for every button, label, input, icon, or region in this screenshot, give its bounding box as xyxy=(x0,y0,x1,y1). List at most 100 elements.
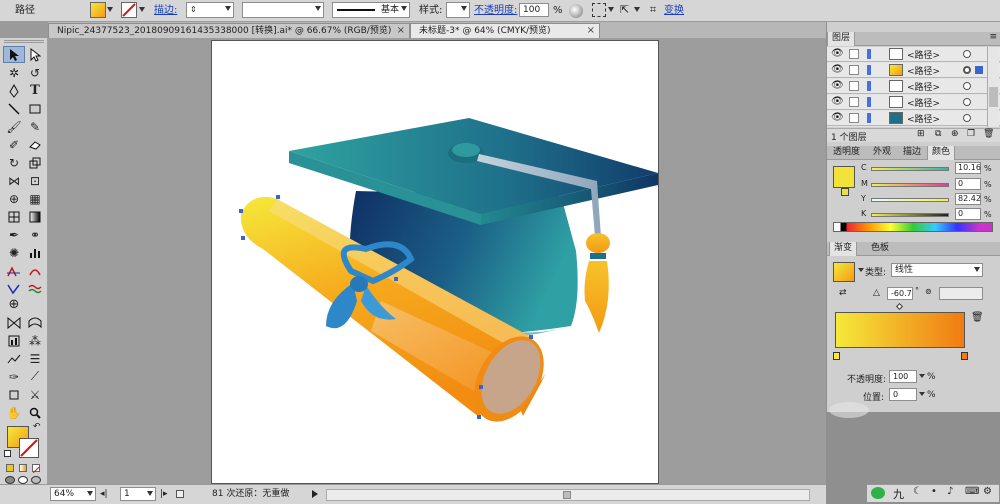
tray-dot-icon[interactable]: • xyxy=(931,486,937,497)
close-icon[interactable]: × xyxy=(587,24,595,38)
gradient-preview-swatch[interactable] xyxy=(833,262,855,282)
zoom-field[interactable]: 64% xyxy=(50,487,96,501)
new-layer-icon[interactable]: ❐ xyxy=(967,129,975,139)
clipping-mask-icon[interactable]: ⧉ xyxy=(935,129,941,139)
symbol-sprayer-icon[interactable]: ✺ xyxy=(3,244,25,261)
channel-k-value[interactable]: 0 xyxy=(955,208,981,220)
layer-row[interactable]: 👁 <路径> xyxy=(827,47,1000,62)
crop-icon[interactable] xyxy=(3,386,25,403)
none-mode-icon[interactable] xyxy=(32,464,40,474)
gradient-mode-icon[interactable] xyxy=(19,464,27,472)
eye-icon[interactable]: 👁 xyxy=(831,96,844,107)
tray-keyboard-icon[interactable]: ⌨ xyxy=(965,486,979,497)
horizontal-scrollbar[interactable] xyxy=(326,489,810,501)
rectangle-tool-icon[interactable] xyxy=(24,100,46,117)
layer-row[interactable]: 👁 <路径> xyxy=(827,111,1000,126)
layer-name[interactable]: <路径> xyxy=(907,80,940,93)
panel-menu-icon[interactable]: ≡ xyxy=(989,32,997,42)
selection-indicator[interactable] xyxy=(975,66,983,74)
next-page-icon[interactable]: |▸ xyxy=(160,489,168,499)
lock-toggle[interactable] xyxy=(849,65,859,75)
gradient-ramp[interactable] xyxy=(835,312,965,348)
tray-settings-icon[interactable]: ⚙ xyxy=(983,486,992,497)
scrollbar-thumb[interactable] xyxy=(989,87,998,107)
blend-tool-icon[interactable]: ⚭ xyxy=(24,226,46,243)
width-tool-icon[interactable]: ⋈ xyxy=(3,172,25,189)
tray-moon-icon[interactable]: ☾ xyxy=(913,486,922,497)
gradient-type-select[interactable]: 线性 xyxy=(891,263,983,277)
close-icon[interactable]: × xyxy=(397,24,405,38)
tab-color[interactable]: 颜色 xyxy=(927,146,956,160)
blob-brush-icon[interactable]: ✐ xyxy=(3,136,25,153)
pencil-icon[interactable]: ✎ xyxy=(24,118,46,135)
fill-dropdown-arrow[interactable] xyxy=(107,7,113,12)
gradient-preset-arrow[interactable] xyxy=(858,268,864,272)
prev-page-icon[interactable]: ◂| xyxy=(100,489,108,499)
stroke-weight-field[interactable]: ⇕ xyxy=(186,2,234,18)
layer-name[interactable]: <路径> xyxy=(907,64,940,77)
type-tool-icon[interactable]: T xyxy=(24,82,46,99)
stop-position-field[interactable]: 0 xyxy=(889,388,917,401)
default-colors-icon[interactable] xyxy=(4,450,11,457)
chart-icon[interactable] xyxy=(3,332,25,349)
recolor-icon[interactable] xyxy=(569,4,583,18)
selection-tool-icon[interactable] xyxy=(3,46,25,63)
tab-nipic[interactable]: Nipic_24377523_20180909161435338000 [转换]… xyxy=(48,23,410,38)
layer-name[interactable]: <路径> xyxy=(907,112,940,125)
eye-icon[interactable]: 👁 xyxy=(831,48,844,59)
artboard-tool-icon[interactable] xyxy=(3,262,25,279)
free-transform-icon[interactable]: ⊡ xyxy=(24,172,46,189)
crosshair-icon[interactable]: ⊕ xyxy=(3,296,25,313)
measure-icon[interactable]: ⟋ xyxy=(24,368,46,385)
reverse-gradient-icon[interactable]: ⇄ xyxy=(839,288,847,298)
color-mode-icon[interactable] xyxy=(6,464,14,472)
tab-swatches[interactable]: 色板 xyxy=(867,242,893,256)
layer-row[interactable]: 👁 <路径> xyxy=(827,95,1000,110)
pen-tool-icon[interactable] xyxy=(3,82,25,99)
channel-c-value[interactable]: 10.16 xyxy=(955,162,981,174)
layer-row[interactable]: 👁 <路径> xyxy=(827,63,1000,78)
stacked-chart-icon[interactable] xyxy=(3,350,25,367)
lock-toggle[interactable] xyxy=(849,81,859,91)
toolbox-grip[interactable] xyxy=(4,40,44,43)
tray-mic-icon[interactable]: ♪ xyxy=(947,486,953,497)
slice-tool-icon[interactable] xyxy=(24,262,46,279)
transform-link[interactable]: 变换 xyxy=(664,4,684,18)
rotate-tool-icon[interactable]: ↻ xyxy=(3,154,25,171)
draw-behind-icon[interactable] xyxy=(18,476,28,484)
page-field[interactable]: 1 xyxy=(120,487,156,501)
trash-icon[interactable]: 🗑 xyxy=(983,129,994,139)
stroke-color-box[interactable] xyxy=(19,438,39,458)
scale-tool-icon[interactable] xyxy=(24,154,46,171)
opacity-field[interactable]: 100 xyxy=(519,3,549,17)
color-fill-swatch[interactable] xyxy=(833,166,855,188)
tab-appearance[interactable]: 外观 xyxy=(869,146,895,160)
gradient-stop-start[interactable] xyxy=(833,352,840,360)
locate-object-icon[interactable]: ⊞ xyxy=(917,129,925,139)
channel-m-slider[interactable] xyxy=(871,183,949,187)
eye-icon[interactable]: 👁 xyxy=(831,80,844,91)
tab-transparency[interactable]: 透明度 xyxy=(829,146,864,160)
perspective-grid-icon[interactable]: ▦ xyxy=(24,190,46,207)
gradient-stop-end[interactable] xyxy=(961,352,968,360)
gradient-tool-icon[interactable] xyxy=(24,208,46,225)
zoom-tool-icon[interactable] xyxy=(24,404,46,421)
delete-stop-icon[interactable]: 🗑 xyxy=(971,312,984,323)
aspect-ratio-field[interactable] xyxy=(939,287,983,300)
target-circle-selected[interactable] xyxy=(963,66,971,74)
eye-icon[interactable]: 👁 xyxy=(831,112,844,123)
layers-scrollbar[interactable] xyxy=(987,47,999,127)
shape-builder-icon[interactable]: ⊕ xyxy=(3,190,25,207)
target-circle[interactable] xyxy=(963,98,971,106)
artboard[interactable] xyxy=(211,40,659,484)
target-circle[interactable] xyxy=(963,114,971,122)
stroke-dropdown-arrow[interactable] xyxy=(139,7,145,12)
stop-opacity-arrow[interactable] xyxy=(919,374,925,378)
target-circle[interactable] xyxy=(963,82,971,90)
column-graph-icon[interactable] xyxy=(24,244,46,261)
color-spectrum-bar[interactable] xyxy=(833,222,993,232)
magic-wand-icon[interactable]: ✲ xyxy=(3,64,25,81)
align-dropdown-arrow[interactable] xyxy=(608,7,614,12)
list-icon[interactable]: ☰ xyxy=(24,350,46,367)
warp-tool-icon[interactable] xyxy=(3,280,25,297)
